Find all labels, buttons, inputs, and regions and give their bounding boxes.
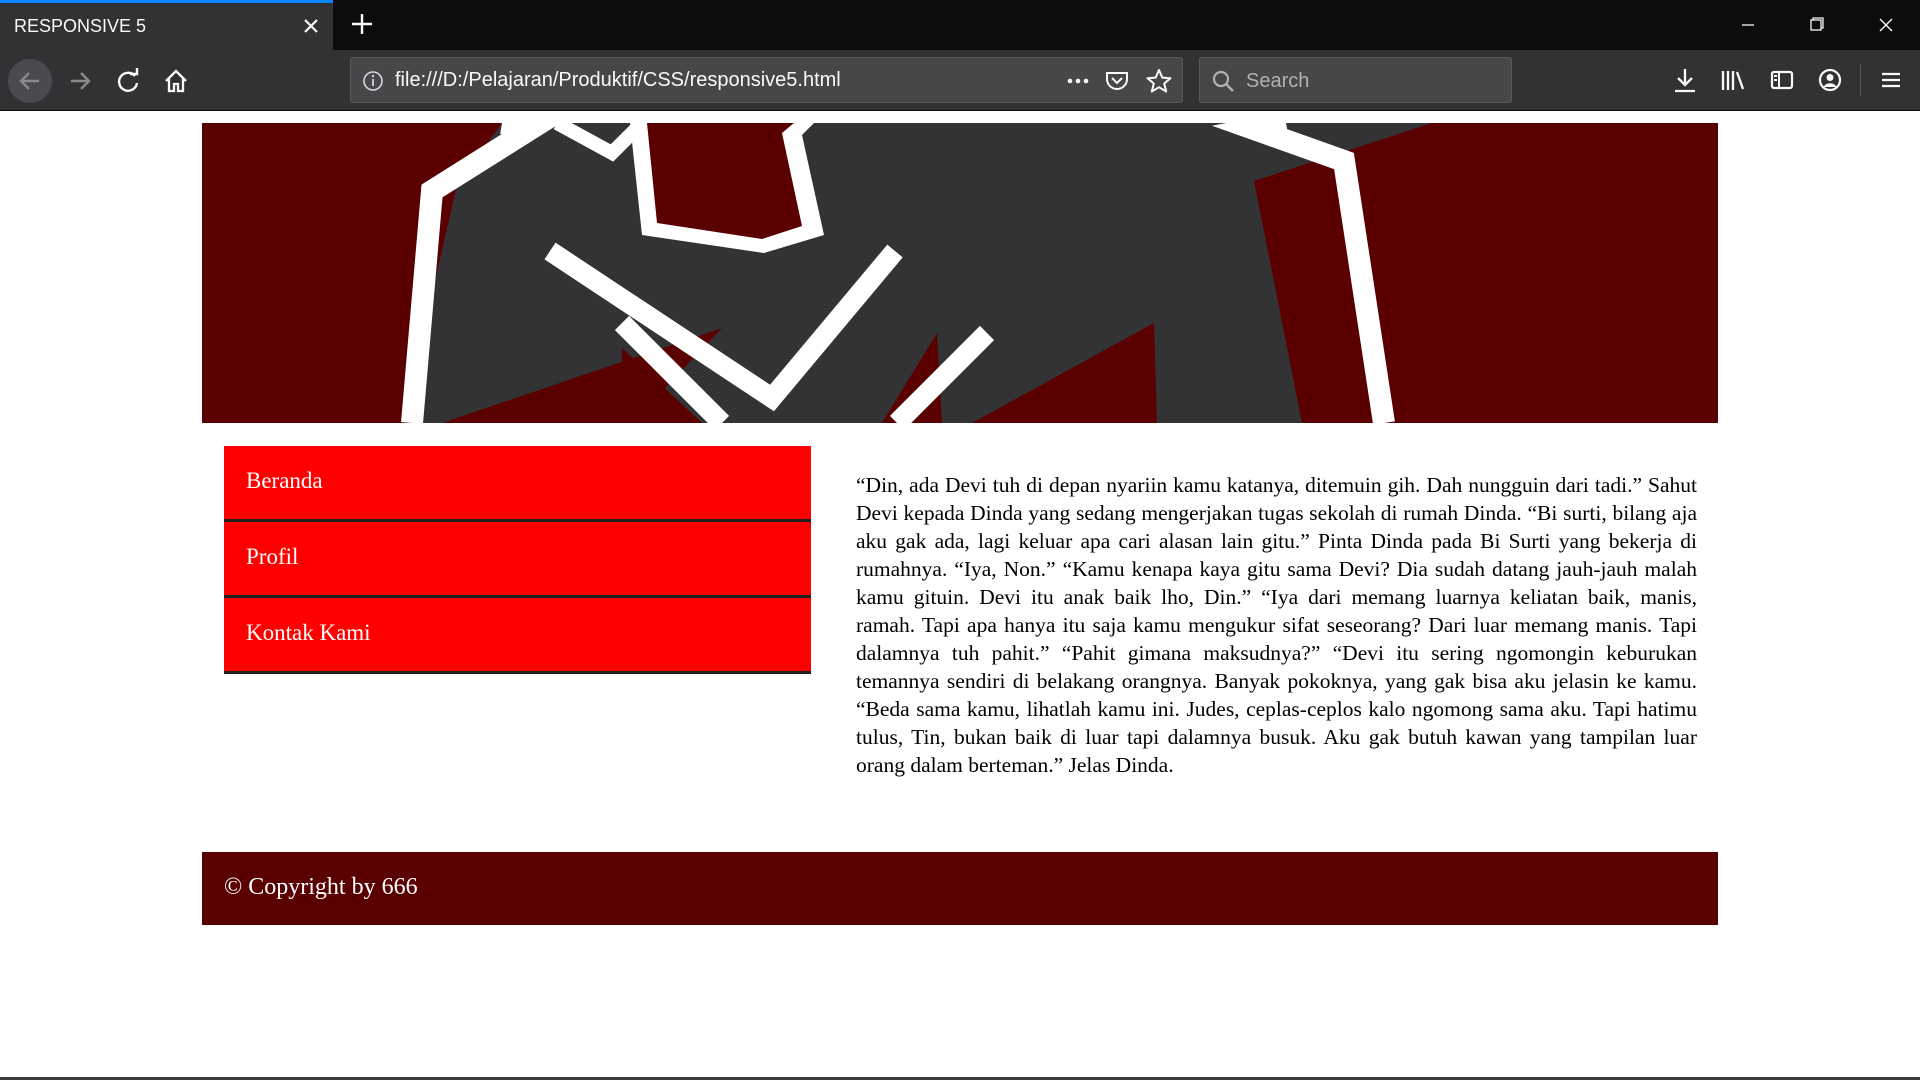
tab-close-icon[interactable] (296, 11, 326, 41)
article-text: “Din, ada Devi tuh di depan nyariin kamu… (856, 473, 1697, 777)
menu-item-profil[interactable]: Profil (224, 522, 811, 598)
header-banner-image (202, 123, 1718, 423)
restore-window-icon[interactable] (1782, 0, 1850, 50)
search-icon (1210, 68, 1236, 94)
back-arrow-icon[interactable] (8, 59, 52, 103)
address-url: file:///D:/Pelajaran/Produktif/CSS/respo… (395, 69, 841, 91)
browser-titlebar: RESPONSIVE 5 (0, 0, 1920, 50)
page-actions-more-icon[interactable] (1063, 68, 1093, 94)
page-footer: © Copyright by 666 (202, 852, 1718, 925)
info-icon[interactable] (361, 69, 385, 93)
download-icon[interactable] (1668, 63, 1702, 97)
toolbar-separator (1860, 64, 1861, 96)
search-bar[interactable]: Search (1199, 57, 1512, 103)
bookmark-star-icon[interactable] (1145, 68, 1173, 94)
web-page: Beranda Profil Kontak Kami “Din, ada Dev… (0, 112, 1920, 1078)
browser-navbar: file:///D:/Pelajaran/Produktif/CSS/respo… (0, 50, 1920, 111)
browser-tab-active[interactable]: RESPONSIVE 5 (0, 0, 333, 50)
side-menu: Beranda Profil Kontak Kami (224, 446, 811, 674)
new-tab-icon[interactable] (345, 7, 379, 41)
hamburger-menu-icon[interactable] (1874, 63, 1908, 97)
account-icon[interactable] (1813, 63, 1847, 97)
tab-title: RESPONSIVE 5 (14, 16, 147, 36)
search-placeholder: Search (1246, 70, 1310, 92)
address-bar[interactable]: file:///D:/Pelajaran/Produktif/CSS/respo… (350, 57, 1183, 103)
home-icon[interactable] (154, 59, 198, 103)
sidebar-icon[interactable] (1765, 63, 1799, 97)
footer-copyright: © Copyright by 666 (224, 874, 418, 900)
pocket-icon[interactable] (1103, 68, 1131, 94)
menu-item-beranda[interactable]: Beranda (224, 446, 811, 522)
forward-arrow-icon[interactable] (58, 59, 102, 103)
menu-item-kontak-kami[interactable]: Kontak Kami (224, 598, 811, 674)
library-icon[interactable] (1716, 63, 1750, 97)
reload-icon[interactable] (106, 59, 150, 103)
close-window-icon[interactable] (1852, 0, 1920, 50)
minimize-window-icon[interactable] (1714, 0, 1782, 50)
